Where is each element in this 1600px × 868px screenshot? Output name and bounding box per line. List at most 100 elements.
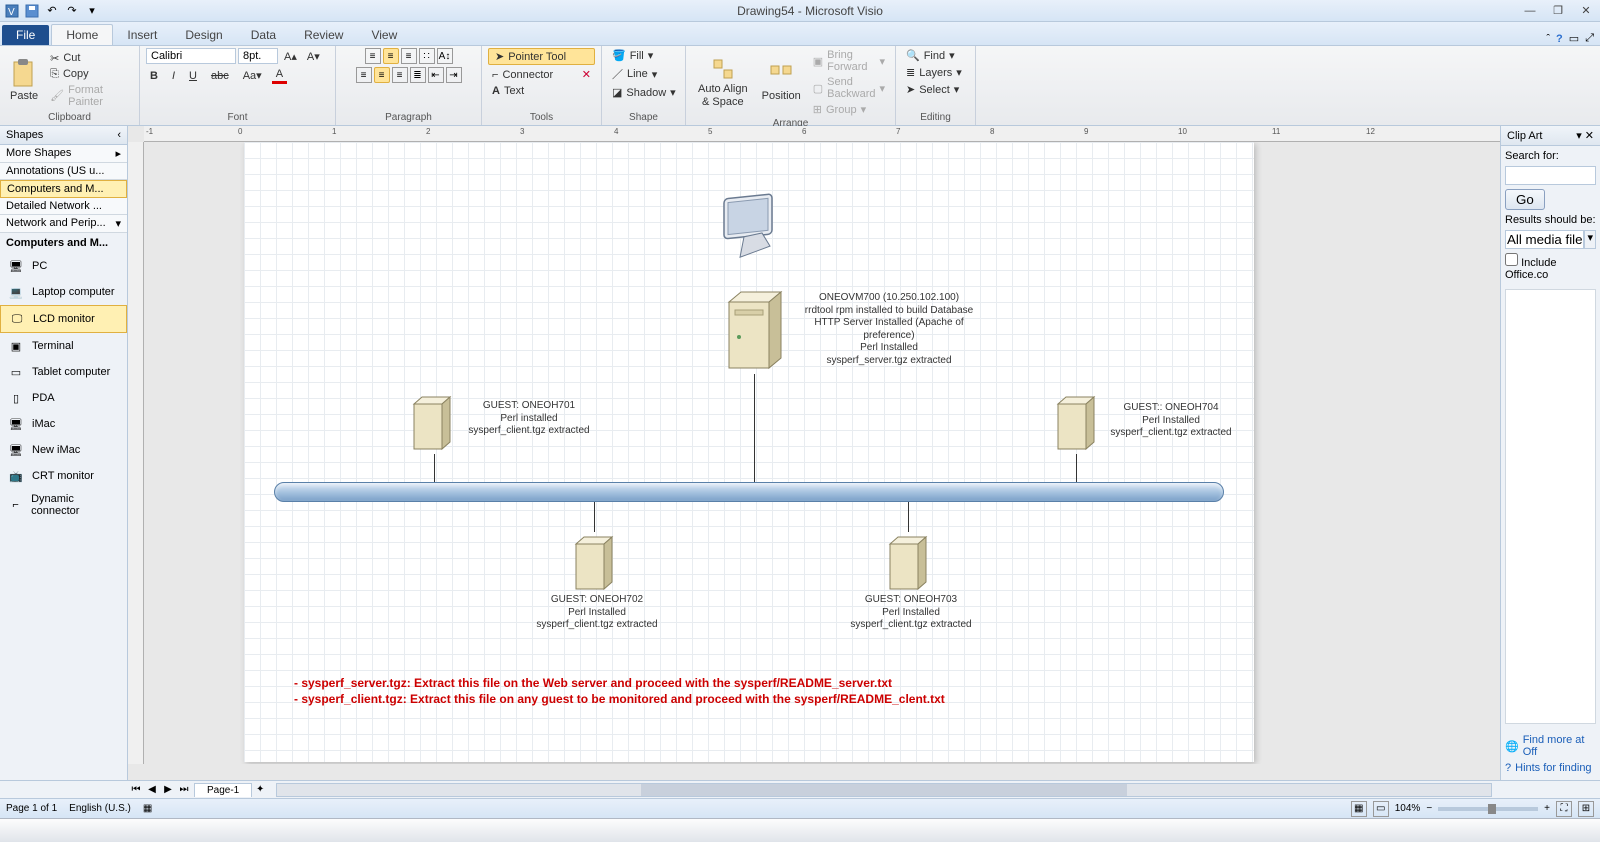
- switch-windows-button[interactable]: ⊞: [1578, 801, 1594, 817]
- tab-design[interactable]: Design: [171, 25, 236, 45]
- shape-crt[interactable]: 📺CRT monitor: [0, 463, 127, 489]
- position-button[interactable]: Position: [758, 62, 805, 104]
- align-middle-button[interactable]: ≡: [383, 48, 399, 64]
- network-bus[interactable]: [274, 482, 1224, 502]
- drawing-page[interactable]: ONEOVM700 (10.250.102.100) rrdtool rpm i…: [244, 142, 1254, 762]
- conn-701[interactable]: [434, 454, 435, 484]
- minimize-button[interactable]: —: [1520, 4, 1540, 18]
- align-center-button[interactable]: ≡: [374, 67, 390, 83]
- underline-button[interactable]: U: [185, 67, 201, 84]
- ribbon-minimize-icon[interactable]: ▭: [1569, 32, 1579, 45]
- server-702[interactable]: [568, 530, 628, 590]
- shape-pda[interactable]: ▯PDA: [0, 385, 127, 411]
- horizontal-scrollbar[interactable]: [276, 783, 1492, 797]
- shape-terminal[interactable]: ▣Terminal: [0, 333, 127, 359]
- media-type-combo[interactable]: [1505, 230, 1584, 249]
- shape-dynamic-connector[interactable]: ⌐Dynamic connector: [0, 489, 127, 521]
- undo-icon[interactable]: ↶: [44, 3, 60, 19]
- copy-button[interactable]: ⎘Copy: [46, 67, 133, 82]
- find-more-link[interactable]: 🌐Find more at Off: [1505, 732, 1596, 760]
- server-703[interactable]: [882, 530, 942, 590]
- stencil-computers[interactable]: Computers and M...: [0, 180, 127, 198]
- tab-insert[interactable]: Insert: [113, 25, 171, 45]
- conn-704[interactable]: [1076, 454, 1077, 484]
- align-left-button[interactable]: ≡: [356, 67, 372, 83]
- zoom-in-button[interactable]: +: [1544, 803, 1550, 814]
- select-button[interactable]: ➤Select ▾: [902, 82, 969, 97]
- server-704[interactable]: [1050, 390, 1110, 450]
- server-main-label[interactable]: ONEOVM700 (10.250.102.100) rrdtool rpm i…: [799, 292, 979, 367]
- font-color-button[interactable]: A: [272, 67, 287, 84]
- server-main[interactable]: [719, 282, 791, 372]
- save-icon[interactable]: [24, 3, 40, 19]
- fit-page-button[interactable]: ⛶: [1556, 801, 1572, 817]
- indent-inc-button[interactable]: ⇥: [446, 67, 462, 83]
- language-indicator[interactable]: English (U.S.): [69, 803, 131, 814]
- stencil-annotations[interactable]: Annotations (US u...: [0, 163, 127, 180]
- cut-button[interactable]: ✂Cut: [46, 51, 133, 66]
- conn-main[interactable]: [754, 374, 755, 484]
- format-painter-button[interactable]: 🖌Format Painter: [46, 83, 133, 109]
- auto-align-button[interactable]: Auto Align & Space: [692, 55, 754, 109]
- search-input[interactable]: [1505, 166, 1596, 185]
- view-fullscreen-button[interactable]: ▭: [1373, 801, 1389, 817]
- text-tool-button[interactable]: AText: [488, 84, 595, 98]
- last-page-button[interactable]: ⏭: [176, 784, 192, 795]
- shape-pc[interactable]: 🖥PC: [0, 253, 127, 279]
- chevron-down-icon[interactable]: ▾: [1584, 230, 1596, 249]
- shape-laptop[interactable]: 💻Laptop computer: [0, 279, 127, 305]
- note-client[interactable]: - sysperf_client.tgz: Extract this file …: [294, 692, 945, 706]
- dropdown-icon[interactable]: ▾: [1576, 130, 1582, 142]
- text-direction-button[interactable]: A↕: [437, 48, 453, 64]
- monitor-shape[interactable]: [714, 182, 790, 258]
- more-shapes-section[interactable]: More Shapes▸: [0, 145, 127, 163]
- delete-x-icon[interactable]: ✕: [582, 68, 591, 81]
- label-703[interactable]: GUEST: ONEOH703 Perl Installed sysperf_c…: [846, 594, 976, 632]
- page-tab-1[interactable]: Page-1: [194, 783, 252, 797]
- conn-703[interactable]: [908, 502, 909, 532]
- tab-view[interactable]: View: [357, 25, 411, 45]
- fill-button[interactable]: 🪣Fill ▾: [608, 48, 679, 63]
- go-button[interactable]: Go: [1505, 189, 1545, 210]
- first-page-button[interactable]: ⏮: [128, 784, 144, 795]
- stencil-detailed-network[interactable]: Detailed Network ...: [0, 198, 127, 215]
- shrink-font-button[interactable]: A▾: [303, 48, 324, 64]
- font-size-combo[interactable]: [238, 48, 278, 64]
- case-button[interactable]: Aa▾: [239, 67, 266, 84]
- label-701[interactable]: GUEST: ONEOH701 Perl installed sysperf_c…: [464, 400, 594, 438]
- server-701[interactable]: [406, 390, 466, 450]
- prev-page-button[interactable]: ◀: [144, 784, 160, 795]
- view-normal-button[interactable]: ▦: [1351, 801, 1367, 817]
- zoom-slider[interactable]: [1438, 807, 1538, 811]
- tab-file[interactable]: File: [2, 25, 49, 45]
- align-bottom-button[interactable]: ≡: [401, 48, 417, 64]
- help-icon[interactable]: ?: [1556, 33, 1563, 45]
- italic-button[interactable]: I: [168, 67, 179, 84]
- close-pane-icon[interactable]: ✕: [1585, 130, 1594, 142]
- stencil-network-perip[interactable]: Network and Perip...▾: [0, 215, 127, 233]
- shape-new-imac[interactable]: 🖥New iMac: [0, 437, 127, 463]
- ribbon-caret-icon[interactable]: ˆ: [1546, 33, 1550, 45]
- restore-button[interactable]: ❐: [1548, 4, 1568, 18]
- find-button[interactable]: 🔍Find ▾: [902, 48, 969, 63]
- shape-imac[interactable]: 🖥iMac: [0, 411, 127, 437]
- label-704[interactable]: GUEST:: ONEOH704 Perl Installed sysperf_…: [1106, 402, 1236, 440]
- paste-button[interactable]: Paste: [6, 56, 42, 104]
- connector-tool-button[interactable]: ⌐Connector✕: [488, 67, 595, 82]
- bring-forward-button[interactable]: ▣Bring Forward ▾: [809, 48, 889, 74]
- include-office-checkbox[interactable]: Include Office.co: [1505, 253, 1596, 281]
- zoom-out-button[interactable]: −: [1426, 803, 1432, 814]
- group-button[interactable]: ⊞Group ▾: [809, 102, 889, 117]
- hints-link[interactable]: ?Hints for finding: [1505, 760, 1596, 776]
- font-family-combo[interactable]: [146, 48, 236, 64]
- bullets-button[interactable]: ∷: [419, 48, 435, 64]
- canvas[interactable]: ONEOVM700 (10.250.102.100) rrdtool rpm i…: [144, 142, 1484, 764]
- label-702[interactable]: GUEST: ONEOH702 Perl Installed sysperf_c…: [532, 594, 662, 632]
- bold-button[interactable]: B: [146, 67, 162, 84]
- conn-702[interactable]: [594, 502, 595, 532]
- send-backward-button[interactable]: ▢Send Backward ▾: [809, 75, 889, 101]
- line-button[interactable]: ／Line ▾: [608, 65, 679, 83]
- strike-button[interactable]: abc: [207, 67, 233, 84]
- ribbon-expand-icon[interactable]: ⤢: [1585, 32, 1594, 45]
- zoom-level[interactable]: 104%: [1395, 803, 1421, 814]
